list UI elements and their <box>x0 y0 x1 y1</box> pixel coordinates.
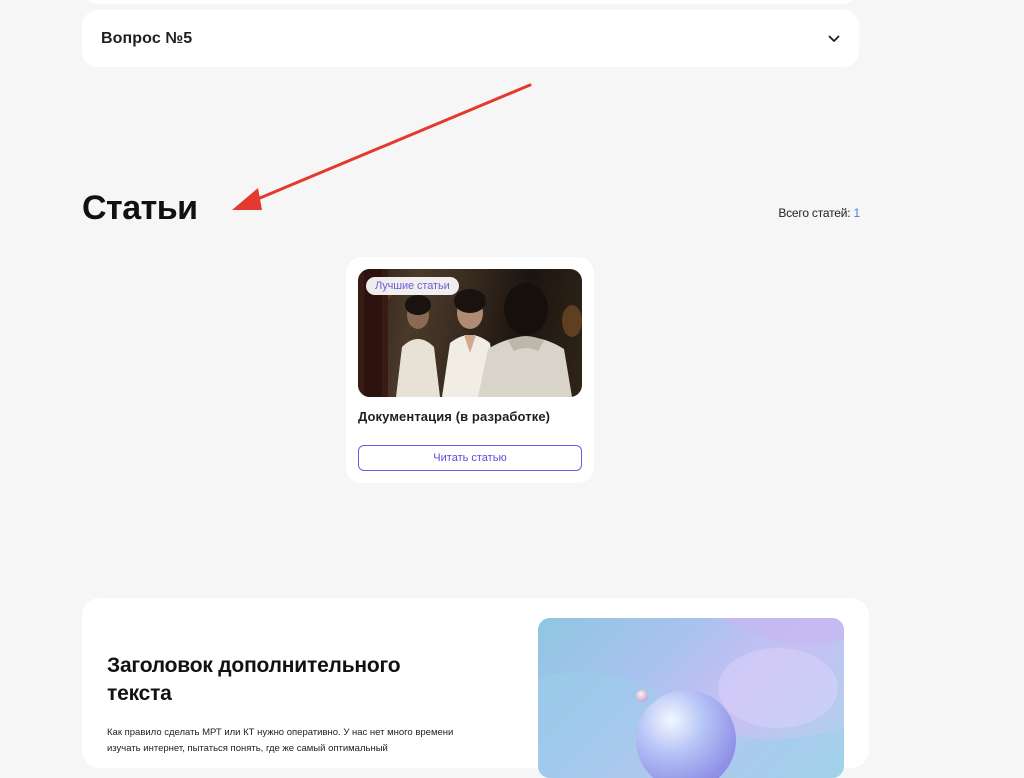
previous-faq-item-edge <box>82 0 859 4</box>
articles-total-count: Всего статей: 1 <box>778 206 860 220</box>
additional-text-heading: Заголовок дополнительного текста <box>107 654 401 705</box>
total-count-value: 1 <box>853 206 861 220</box>
abstract-spheres-illustration <box>538 618 844 778</box>
faq-item-question-5[interactable]: Вопрос №5 <box>82 10 859 67</box>
total-count-label: Всего статей: <box>778 206 851 220</box>
article-card[interactable]: Лучшие статьи Документация (в разработке… <box>346 257 594 483</box>
article-cover-image[interactable]: Лучшие статьи <box>358 269 582 397</box>
faq-question-title: Вопрос №5 <box>101 29 193 47</box>
chevron-down-icon[interactable] <box>827 32 841 46</box>
additional-text-image <box>538 618 844 778</box>
read-article-button[interactable]: Читать статью <box>358 445 582 471</box>
article-title[interactable]: Документация (в разработке) <box>358 409 582 424</box>
additional-text-section: Заголовок дополнительного текста Как пра… <box>82 598 869 778</box>
articles-section-title: Статьи <box>82 189 198 227</box>
article-badge: Лучшие статьи <box>366 277 459 295</box>
additional-text-body: Как правило сделать МРТ или КТ нужно опе… <box>107 727 454 754</box>
